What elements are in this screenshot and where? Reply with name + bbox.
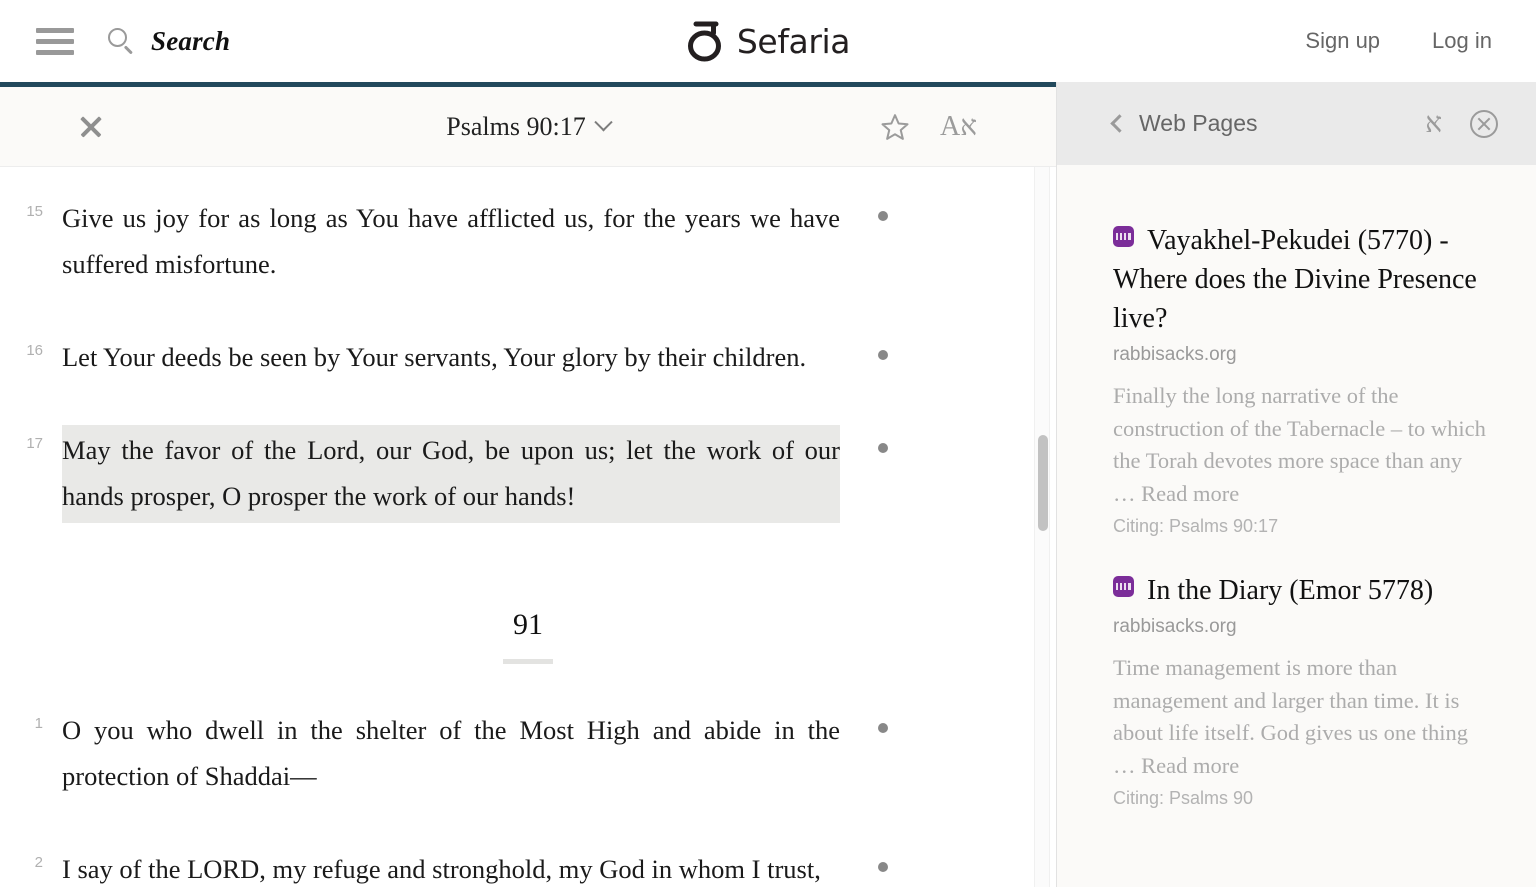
reader-scrollbar[interactable]: [1034, 167, 1050, 887]
verse-row[interactable]: 1O you who dwell in the shelter of the M…: [0, 705, 1056, 803]
language-toggle-icon[interactable]: Aא: [940, 113, 977, 141]
web-page-description: Time management is more than management …: [1113, 652, 1490, 782]
search-icon: [107, 27, 135, 55]
chevron-left-icon: [1110, 114, 1128, 132]
search-placeholder: Search: [151, 26, 230, 57]
panel-title: Web Pages: [1139, 110, 1257, 137]
text-scroll-area[interactable]: 15Give us joy for as long as You have af…: [0, 167, 1056, 887]
logo-text: Sefaria: [737, 22, 850, 61]
verse-text: O you who dwell in the shelter of the Mo…: [62, 705, 840, 803]
chapter-number: 91: [0, 608, 1056, 642]
chevron-down-icon: [594, 113, 612, 131]
web-pages-list: Vayakhel-Pekudei (5770) - Where does the…: [1057, 165, 1536, 887]
reader-tools-group: Aא: [880, 87, 1056, 167]
close-circle-icon[interactable]: [1470, 110, 1498, 138]
reader-toolbar: Psalms 90:17 Aא: [0, 87, 1056, 167]
spacer: [0, 803, 1056, 844]
web-page-citation: Citing: Psalms 90: [1113, 788, 1490, 809]
page-title: Psalms 90:17: [446, 112, 585, 142]
hebrew-language-icon[interactable]: א: [1425, 110, 1442, 138]
verse-row[interactable]: 15Give us joy for as long as You have af…: [0, 193, 1056, 291]
favicon-icon: [1113, 576, 1134, 597]
reader-panel: Psalms 90:17 Aא 15Give us joy for as lon…: [0, 82, 1056, 887]
verse-row[interactable]: 17May the favor of the Lord, our God, be…: [0, 425, 1056, 523]
verse-text: Let Your deeds be seen by Your servants,…: [62, 332, 840, 384]
web-page-citation: Citing: Psalms 90:17: [1113, 516, 1490, 537]
verse-text: May the favor of the Lord, our God, be u…: [62, 425, 840, 523]
verse-connections-dot[interactable]: [878, 723, 888, 733]
web-page-description: Finally the long narrative of the constr…: [1113, 380, 1490, 510]
search-input[interactable]: Search: [107, 26, 230, 57]
web-page-title-line: Vayakhel-Pekudei (5770) - Where does the…: [1113, 221, 1490, 338]
verse-list: 15Give us joy for as long as You have af…: [0, 167, 1056, 887]
verse-text: Give us joy for as long as You have affl…: [62, 193, 840, 291]
web-page-title[interactable]: Vayakhel-Pekudei (5770) - Where does the…: [1113, 225, 1477, 334]
star-icon[interactable]: [880, 112, 910, 142]
web-page-title-line: In the Diary (Emor 5778): [1113, 571, 1490, 610]
web-page-source: rabbisacks.org: [1113, 344, 1490, 366]
sefaria-samekh-logo-icon: [686, 20, 724, 62]
web-page-item[interactable]: In the Diary (Emor 5778) rabbisacks.org Ti…: [1113, 571, 1490, 809]
header-left-group: Search: [0, 26, 230, 57]
verse-connections-dot[interactable]: [878, 350, 888, 360]
panel-tools-group: א: [1425, 82, 1498, 165]
verse-connections-dot[interactable]: [878, 211, 888, 221]
verse-connections-dot[interactable]: [878, 862, 888, 872]
favicon-icon: [1113, 226, 1134, 247]
verse-number: 17: [0, 425, 62, 452]
spacer: [0, 291, 1056, 332]
verse-number: 16: [0, 332, 62, 359]
app-root: Search Sefaria Sign up Log in Psalms: [0, 0, 1536, 887]
web-page-title[interactable]: In the Diary (Emor 5778): [1147, 575, 1433, 606]
spacer: [0, 384, 1056, 425]
header-right-group: Sign up Log in: [1305, 0, 1492, 82]
chapter-heading: 91: [0, 564, 1056, 664]
spacer: [0, 523, 1056, 564]
verse-connections-dot[interactable]: [878, 443, 888, 453]
verse-number: 15: [0, 193, 62, 220]
web-page-item[interactable]: Vayakhel-Pekudei (5770) - Where does the…: [1113, 221, 1490, 537]
spacer: [0, 167, 1056, 193]
verse-text: I say of the LORD, my refuge and strongh…: [62, 844, 840, 887]
verse-number: 1: [0, 705, 62, 732]
sefaria-logo[interactable]: Sefaria: [686, 20, 850, 62]
back-button[interactable]: Web Pages: [1113, 110, 1257, 137]
verse-row[interactable]: 2I say of the LORD, my refuge and strong…: [0, 844, 1056, 887]
verse-row[interactable]: 16Let Your deeds be seen by Your servant…: [0, 332, 1056, 384]
connections-panel-header: Web Pages א: [1057, 82, 1536, 165]
web-page-source: rabbisacks.org: [1113, 616, 1490, 638]
reader-scrollbar-thumb[interactable]: [1038, 435, 1048, 531]
hamburger-menu-icon[interactable]: [36, 28, 74, 55]
sign-up-button[interactable]: Sign up: [1305, 28, 1380, 54]
top-header: Search Sefaria Sign up Log in: [0, 0, 1536, 82]
spacer: [0, 664, 1056, 705]
log-in-button[interactable]: Log in: [1432, 28, 1492, 54]
verse-number: 2: [0, 844, 62, 871]
connections-panel: Web Pages א Vayakhel-Pekudei (5770) - Wh…: [1056, 82, 1536, 887]
